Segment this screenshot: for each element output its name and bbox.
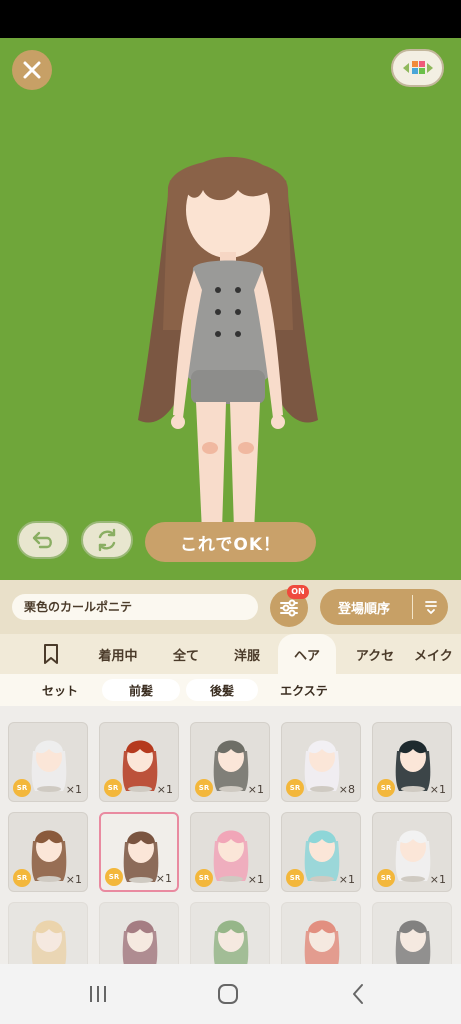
sort-order-icon[interactable]: [413, 599, 448, 615]
bookmark-tab[interactable]: [36, 634, 66, 674]
undo-button[interactable]: [17, 521, 69, 559]
tab-all[interactable]: 全て: [160, 634, 212, 674]
rarity-badge: SR: [13, 779, 31, 797]
system-navbar: [0, 964, 461, 1024]
rarity-badge: SR: [286, 869, 304, 887]
hair-thumbnail: [213, 830, 249, 882]
item-count: ×1: [247, 873, 264, 886]
hair-item[interactable]: [281, 902, 361, 964]
rotate-button[interactable]: [81, 521, 133, 559]
rarity-badge: SR: [195, 779, 213, 797]
item-count: ×1: [429, 873, 446, 886]
back-icon: [353, 984, 363, 1004]
rarity-badge: SR: [377, 869, 395, 887]
rarity-badge: SR: [377, 779, 395, 797]
rotate-icon: [98, 528, 116, 552]
item-toolbar: 栗色のカールポニテ ON 登場順序: [0, 580, 461, 634]
back-button[interactable]: [338, 978, 378, 1010]
recents-button[interactable]: [78, 978, 118, 1010]
close-icon: [23, 61, 41, 79]
hair-subtabs: セット 前髪 後髪 エクステ: [0, 674, 461, 706]
subtab-back-hair[interactable]: 後髪: [186, 679, 258, 701]
filter-on-badge: ON: [287, 585, 309, 599]
subtab-bangs[interactable]: 前髪: [102, 679, 180, 701]
category-tabs: 着用中 全て 洋服 ヘア アクセ メイク: [0, 634, 461, 674]
status-bar: [0, 0, 461, 38]
item-count: ×1: [338, 873, 355, 886]
home-icon: [218, 984, 238, 1004]
bookmark-icon: [44, 644, 58, 664]
hair-item[interactable]: SR ×1: [99, 812, 179, 892]
close-button[interactable]: [12, 50, 52, 90]
hair-item[interactable]: [190, 902, 270, 964]
item-name-field: 栗色のカールポニテ: [12, 594, 258, 620]
rarity-badge: SR: [105, 868, 123, 886]
hair-item[interactable]: SR ×1: [99, 722, 179, 802]
avatar-preview: [138, 156, 318, 552]
sliders-icon: [280, 599, 298, 617]
hair-thumbnail: [31, 740, 67, 792]
subtab-extensions[interactable]: エクステ: [264, 679, 344, 701]
hair-item[interactable]: SR ×1: [372, 722, 452, 802]
tab-clothes[interactable]: 洋服: [222, 634, 272, 674]
hair-item[interactable]: SR ×1: [8, 812, 88, 892]
item-count: ×1: [155, 872, 172, 885]
tab-accessories[interactable]: アクセ: [346, 634, 404, 674]
hair-item[interactable]: SR ×1: [190, 812, 270, 892]
hair-item[interactable]: [372, 902, 452, 964]
background-switch-button[interactable]: [391, 49, 444, 87]
tab-hair[interactable]: ヘア: [278, 634, 336, 674]
tab-wearing[interactable]: 着用中: [86, 634, 150, 674]
hair-thumbnail: [395, 830, 431, 882]
hair-thumbnail: [213, 920, 249, 964]
hair-item[interactable]: [99, 902, 179, 964]
hair-item[interactable]: SR ×1: [190, 722, 270, 802]
hair-item[interactable]: SR ×1: [372, 812, 452, 892]
hair-thumbnail: [122, 920, 158, 964]
item-grid: SR ×1 SR ×1 SR ×1 SR ×8 SR ×1 SR ×1 SR ×1 SR ×1 SR ×1 SR ×1: [0, 706, 461, 964]
hair-item[interactable]: SR ×1: [8, 722, 88, 802]
hair-item[interactable]: [8, 902, 88, 964]
hair-thumbnail: [31, 920, 67, 964]
hair-thumbnail: [304, 740, 340, 792]
palette-arrows-icon: [402, 61, 433, 74]
avatar-stage: これでOK！: [0, 38, 461, 580]
item-count: ×1: [65, 873, 82, 886]
tab-makeup[interactable]: メイク: [414, 634, 461, 674]
sort-button[interactable]: 登場順序: [320, 589, 448, 625]
item-count: ×1: [247, 783, 264, 796]
sort-label: 登場順序: [338, 601, 391, 617]
hair-thumbnail: [213, 740, 249, 792]
hair-thumbnail: [304, 920, 340, 964]
item-count: ×1: [65, 783, 82, 796]
hair-thumbnail: [304, 830, 340, 882]
rarity-badge: SR: [13, 869, 31, 887]
rarity-badge: SR: [286, 779, 304, 797]
subtab-set[interactable]: セット: [20, 679, 100, 701]
hair-thumbnail: [31, 830, 67, 882]
item-count: ×1: [156, 783, 173, 796]
hair-thumbnail: [395, 920, 431, 964]
home-button[interactable]: [208, 978, 248, 1010]
rarity-badge: SR: [104, 779, 122, 797]
rarity-badge: SR: [195, 869, 213, 887]
hair-thumbnail: [395, 740, 431, 792]
item-count: ×1: [429, 783, 446, 796]
undo-icon: [32, 531, 52, 549]
hair-thumbnail: [122, 740, 158, 792]
hair-item[interactable]: SR ×8: [281, 722, 361, 802]
item-count: ×8: [338, 783, 355, 796]
confirm-button[interactable]: これでOK！: [145, 522, 316, 562]
hair-item[interactable]: SR ×1: [281, 812, 361, 892]
recents-icon: [90, 986, 106, 1002]
